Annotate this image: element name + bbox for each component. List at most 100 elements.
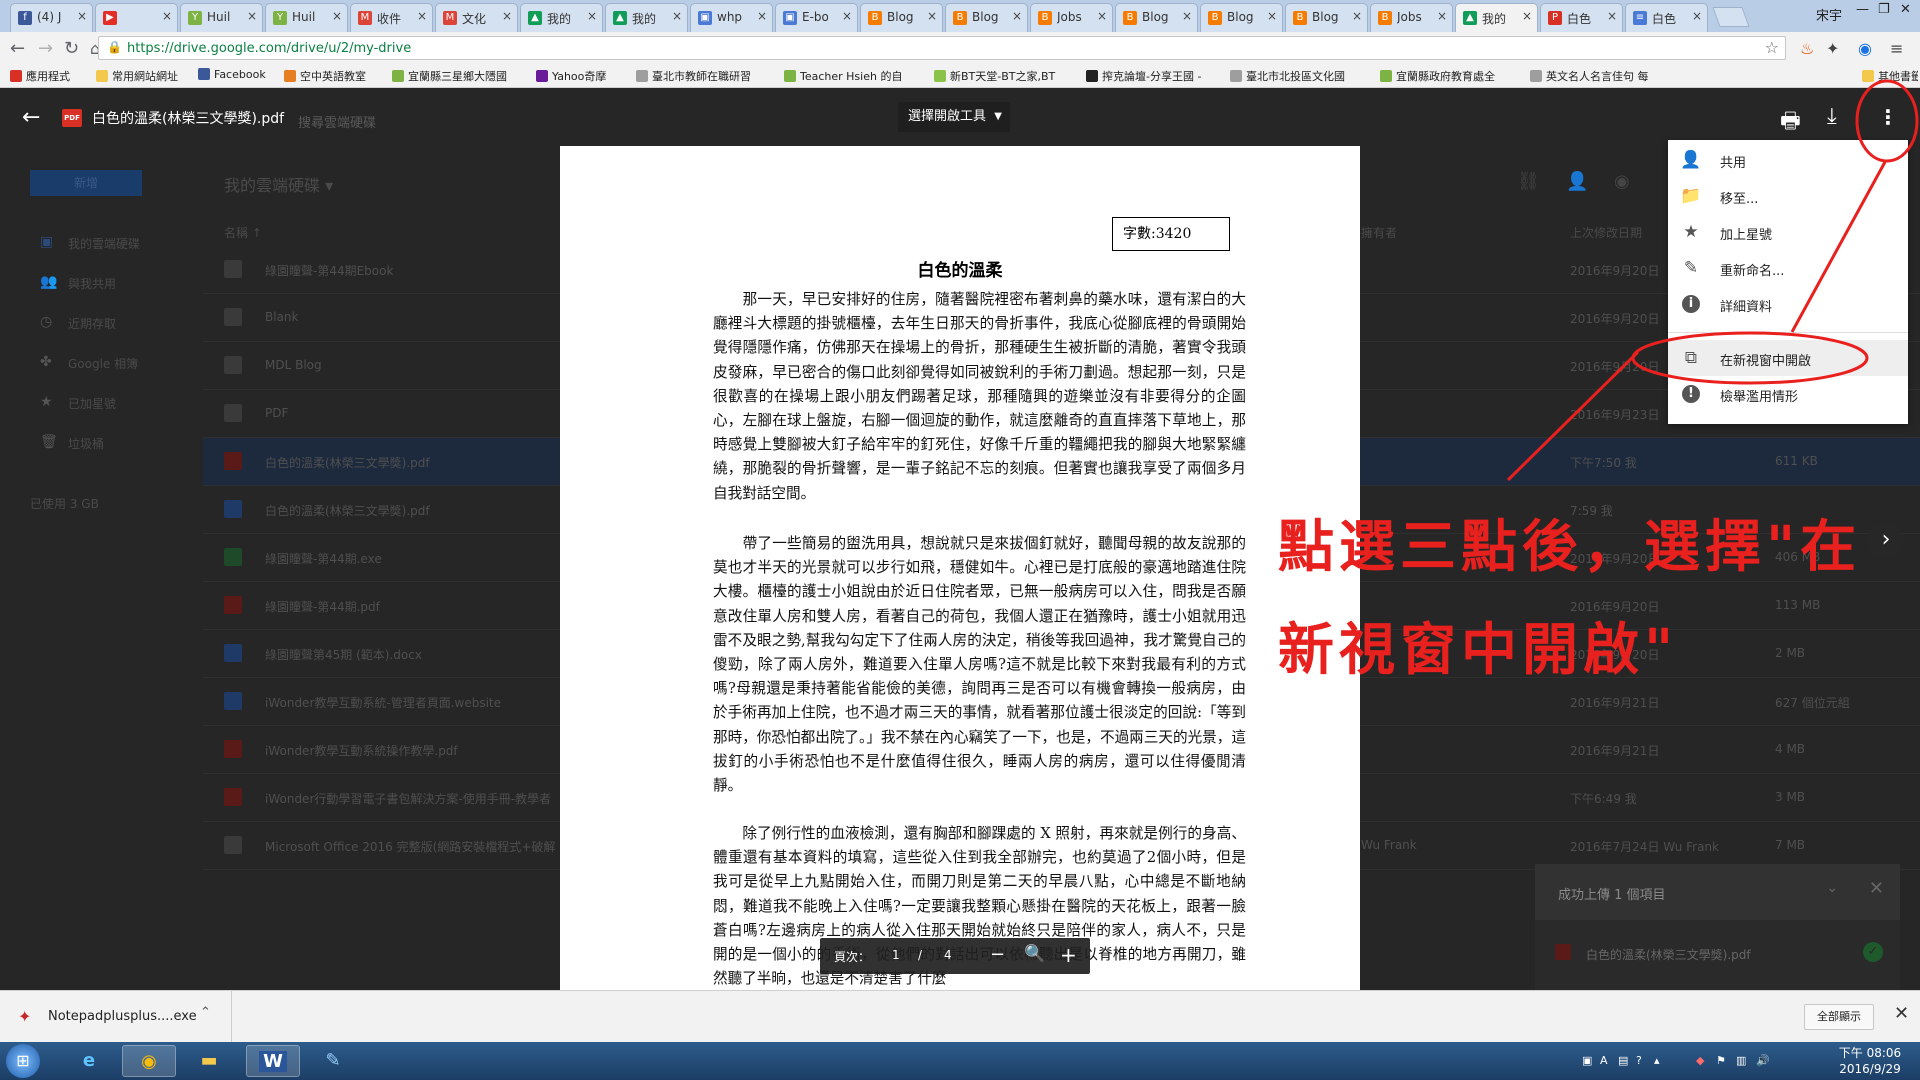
browser-tab[interactable]: ▶ ×: [95, 3, 178, 32]
tab-close-icon[interactable]: ×: [927, 9, 937, 23]
menu-item[interactable]: ! 檢舉濫用情形: [1668, 376, 1908, 412]
bookmark-item[interactable]: 新BT天堂-BT之家,BT: [934, 68, 1080, 84]
preview-eye-icon[interactable]: ◉: [1614, 171, 1630, 192]
browser-tab[interactable]: B Blog ×: [1285, 3, 1368, 32]
back-arrow-icon[interactable]: ←: [22, 105, 40, 130]
bookmark-item[interactable]: 其他書籤: [1862, 68, 1918, 84]
tab-close-icon[interactable]: ×: [842, 9, 852, 23]
tab-close-icon[interactable]: ×: [587, 9, 597, 23]
browser-tab[interactable]: f (4) J ×: [10, 3, 93, 32]
tab-close-icon[interactable]: ×: [1692, 9, 1702, 23]
browser-tab[interactable]: P 白色 ×: [1540, 3, 1623, 32]
browser-tab[interactable]: B Jobs ×: [1030, 3, 1113, 32]
browser-tab[interactable]: ≡ 白色 ×: [1625, 3, 1708, 32]
page-current-input[interactable]: 1: [892, 948, 900, 962]
share-icon[interactable]: 👤: [1566, 171, 1588, 192]
download-menu-chevron-icon[interactable]: ⌃: [200, 1005, 211, 1020]
breadcrumb[interactable]: 我的雲端硬碟 ▾: [224, 172, 333, 196]
extension-globe-icon[interactable]: ◉: [1858, 39, 1872, 58]
browser-tab[interactable]: ▲ 我的 ×: [605, 3, 688, 32]
bookmark-item[interactable]: Teacher Hsieh 的自: [784, 68, 928, 84]
browser-tab[interactable]: ▣ whp ×: [690, 3, 773, 32]
url-text[interactable]: https://drive.google.com/drive/u/2/my-dr…: [127, 41, 411, 56]
system-clock[interactable]: 下午 08:06 2016/9/29: [1830, 1045, 1910, 1077]
open-with-button[interactable]: 選擇開啟工具 ▼: [898, 102, 1010, 132]
bookmark-item[interactable]: 臺北市北投區文化國: [1230, 68, 1374, 84]
browser-tab[interactable]: B Blog ×: [1115, 3, 1198, 32]
browser-tab[interactable]: M 文化 ×: [435, 3, 518, 32]
paint-icon[interactable]: ✎: [306, 1045, 360, 1077]
tab-close-icon[interactable]: ×: [1267, 9, 1277, 23]
bookmark-item[interactable]: 英文名人名言佳句 每: [1530, 68, 1680, 84]
chrome-icon[interactable]: ◉: [122, 1045, 176, 1077]
close-window-icon[interactable]: ✕: [1900, 2, 1911, 17]
menu-item[interactable]: ⧉ 在新視窗中開啟: [1668, 340, 1908, 376]
tray-ime-icon[interactable]: A: [1600, 1054, 1608, 1067]
bookmark-item[interactable]: 宜蘭縣政府教育處全: [1380, 68, 1524, 84]
tray-antivirus-icon[interactable]: ◆: [1696, 1054, 1704, 1067]
tray-language-icon[interactable]: ▣: [1582, 1054, 1592, 1067]
browser-tab[interactable]: ▲ 我的 ×: [1455, 3, 1538, 32]
tab-close-icon[interactable]: ×: [672, 9, 682, 23]
column-header-owner[interactable]: 擁有者: [1361, 224, 1397, 241]
bookmark-item[interactable]: Facebook: [198, 68, 278, 81]
zoom-out-icon[interactable]: −: [990, 944, 1005, 965]
extension-fire-icon[interactable]: ♨: [1800, 39, 1814, 58]
zoom-in-icon[interactable]: +: [1060, 943, 1077, 967]
next-file-arrow-icon[interactable]: ›: [1868, 523, 1904, 559]
tab-close-icon[interactable]: ×: [247, 9, 257, 23]
reload-icon[interactable]: ↻: [64, 38, 79, 59]
bookmark-star-icon[interactable]: ☆: [1765, 38, 1779, 57]
tab-close-icon[interactable]: ×: [417, 9, 427, 23]
browser-tab[interactable]: B Blog ×: [860, 3, 943, 32]
tab-close-icon[interactable]: ×: [162, 9, 172, 23]
new-button[interactable]: 新增: [30, 170, 142, 196]
browser-tab[interactable]: M 收件 ×: [350, 3, 433, 32]
browser-tab[interactable]: Y Huil ×: [180, 3, 263, 32]
toast-close-icon[interactable]: ✕: [1869, 878, 1884, 899]
download-icon[interactable]: ⤓: [1827, 104, 1837, 129]
more-actions-kebab-icon[interactable]: ⋮: [1876, 102, 1900, 132]
zoom-magnifier-icon[interactable]: 🔍: [1024, 944, 1045, 964]
show-all-downloads-button[interactable]: 全部顯示: [1804, 1004, 1874, 1030]
browser-tab[interactable]: Y Huil ×: [265, 3, 348, 32]
toast-collapse-icon[interactable]: ⌄: [1826, 880, 1838, 896]
bookmark-item[interactable]: 應用程式: [10, 68, 90, 84]
bookmark-item[interactable]: 宜蘭縣三星鄉大隱國: [392, 68, 530, 84]
tray-volume-icon[interactable]: 🔊: [1756, 1054, 1770, 1067]
file-explorer-icon[interactable]: ▬: [182, 1045, 236, 1077]
tab-close-icon[interactable]: ×: [1097, 9, 1107, 23]
address-bar[interactable]: 🔒 https://drive.google.com/drive/u/2/my-…: [98, 36, 1786, 60]
bookmark-item[interactable]: 常用網站網址: [96, 68, 192, 84]
extension-puzzle-icon[interactable]: ✦: [1826, 39, 1839, 58]
tab-close-icon[interactable]: ×: [1182, 9, 1192, 23]
maximize-icon[interactable]: ❐: [1878, 2, 1890, 17]
tray-expand-icon[interactable]: ▴: [1654, 1054, 1660, 1067]
tray-input-icon[interactable]: ▤: [1618, 1054, 1628, 1067]
tab-close-icon[interactable]: ×: [1607, 9, 1617, 23]
menu-item[interactable]: 👤 共用: [1668, 142, 1908, 178]
tray-flag-icon[interactable]: ⚑: [1716, 1054, 1726, 1067]
browser-tab[interactable]: B Blog ×: [1200, 3, 1283, 32]
browser-tab[interactable]: B Blog ×: [945, 3, 1028, 32]
tab-close-icon[interactable]: ×: [757, 9, 767, 23]
tab-close-icon[interactable]: ×: [332, 9, 342, 23]
menu-item[interactable]: ✎ 重新命名...: [1668, 250, 1908, 286]
tray-network-icon[interactable]: ▥: [1736, 1054, 1746, 1067]
bookmark-item[interactable]: Yahoo奇摩: [536, 68, 630, 84]
tab-close-icon[interactable]: ×: [1012, 9, 1022, 23]
menu-item[interactable]: ★ 加上星號: [1668, 214, 1908, 250]
forward-icon[interactable]: →: [38, 38, 53, 59]
word-icon[interactable]: W: [246, 1045, 300, 1077]
toast-file-row[interactable]: 白色的溫柔(林榮三文學獎).pdf ✓: [1535, 920, 1900, 990]
browser-tab[interactable]: ▲ 我的 ×: [520, 3, 603, 32]
close-shelf-icon[interactable]: ✕: [1894, 1003, 1909, 1024]
download-item[interactable]: ✦ Notepadplusplus....exe ⌃: [0, 991, 232, 1043]
tray-help-icon[interactable]: ?: [1636, 1054, 1642, 1067]
menu-item[interactable]: 📁 移至...: [1668, 178, 1908, 214]
bookmark-item[interactable]: 空中英語教室: [284, 68, 388, 84]
print-icon[interactable]: 🖶: [1780, 104, 1801, 142]
tab-close-icon[interactable]: ×: [1522, 9, 1532, 23]
chrome-menu-icon[interactable]: ≡: [1890, 39, 1903, 58]
tab-close-icon[interactable]: ×: [502, 9, 512, 23]
